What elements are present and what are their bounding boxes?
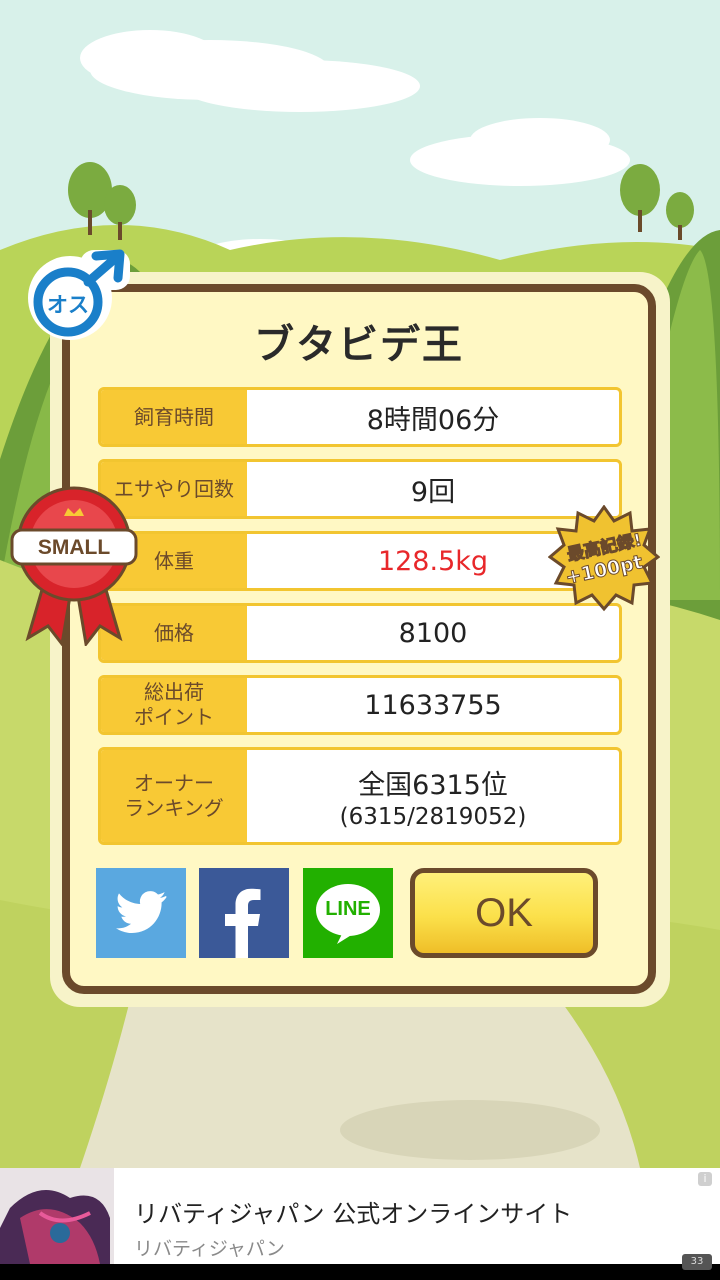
- gender-label: オス: [47, 293, 89, 317]
- ad-title[interactable]: リバティジャパン 公式オンラインサイト: [134, 1194, 572, 1229]
- record-burst-badge: 最高記録! +100pt: [547, 504, 661, 613]
- stat-row-breeding-time: 飼育時間 8時間06分: [98, 387, 622, 447]
- facebook-share-button[interactable]: [199, 868, 289, 958]
- stat-value: 8時間06分: [366, 404, 500, 436]
- size-award-ribbon: SMALL: [10, 478, 138, 648]
- facebook-icon: [225, 888, 261, 958]
- ok-button[interactable]: OK: [410, 868, 598, 958]
- stat-label: 総出荷 ポイント: [101, 678, 247, 732]
- stat-value: 全国6315位 (6315/2819052): [247, 750, 619, 842]
- stat-value: 8100: [398, 617, 468, 649]
- pig-name-title: ブタビデ王: [254, 322, 464, 368]
- ad-thumbnail[interactable]: [0, 1168, 114, 1264]
- result-dialog: ブタビデ王 飼育時間 8時間06分 エサやり回数 9回 体重 128.5kg 価…: [62, 284, 656, 994]
- ad-corner-badge: 33: [682, 1254, 712, 1270]
- size-label: SMALL: [37, 536, 111, 559]
- line-label: LINE: [325, 898, 371, 920]
- stat-row-owner-ranking: オーナー ランキング 全国6315位 (6315/2819052): [98, 747, 622, 845]
- twitter-share-button[interactable]: [96, 868, 186, 958]
- stat-row-total-points: 総出荷 ポイント 11633755: [98, 675, 622, 735]
- stat-row-weight: 体重 128.5kg: [98, 531, 622, 591]
- twitter-icon: [116, 891, 167, 933]
- stat-row-price: 価格 8100: [98, 603, 622, 663]
- stat-row-feed-count: エサやり回数 9回: [98, 459, 622, 519]
- male-icon: オス: [24, 248, 132, 340]
- ad-banner[interactable]: リバティジャパン 公式オンラインサイト リバティジャパン i: [0, 1168, 720, 1264]
- system-nav-bar: [0, 1264, 720, 1280]
- ad-info-icon[interactable]: i: [698, 1172, 712, 1186]
- ranking-value: 全国6315位: [358, 769, 508, 801]
- stat-label: オーナー ランキング: [101, 750, 247, 842]
- stat-label: 飼育時間: [101, 390, 247, 444]
- ad-advertiser: リバティジャパン: [134, 1238, 285, 1260]
- ranking-detail: (6315/2819052): [339, 803, 527, 830]
- line-share-button[interactable]: LINE: [303, 868, 393, 958]
- stat-value: 11633755: [364, 689, 502, 721]
